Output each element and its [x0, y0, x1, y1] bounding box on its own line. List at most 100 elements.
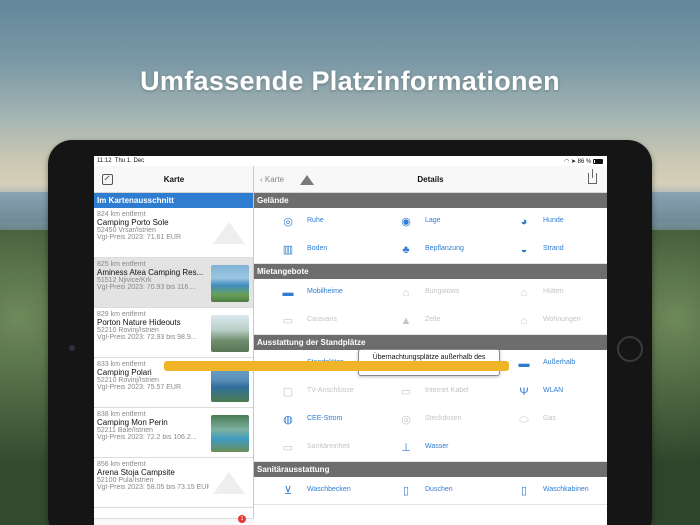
feature-label: Bepflanzung — [425, 245, 464, 252]
tablet-screen: 11:12 Thu 1. Dec ◠ ➤ 86 % Karte Im Karte… — [94, 156, 607, 525]
feature-item[interactable]: ⌂ Bungalows — [372, 283, 490, 303]
feature-item[interactable]: ◒ Strand — [490, 240, 607, 260]
status-bar: 11:12 Thu 1. Dec ◠ ➤ 86 % — [94, 156, 607, 166]
feature-label: Sanitäreinheit — [307, 443, 350, 450]
feature-item[interactable]: ▭ Caravans — [254, 311, 372, 331]
feature-item[interactable]: ▯ Duschen — [372, 481, 490, 501]
feature-icon: ▢ — [282, 386, 294, 398]
feature-label: Zelte — [425, 316, 441, 323]
list-item-name: Aminess Atea Camping Res... — [97, 268, 204, 277]
list-item-thumbnail — [211, 415, 249, 452]
list-navbar: Karte — [94, 166, 253, 193]
list-item[interactable]: 825 km entfernt Aminess Atea Camping Res.… — [94, 258, 253, 308]
battery-level: 86 % — [577, 159, 592, 165]
feature-item[interactable]: ⬭ Gas — [490, 410, 607, 430]
details-navbar: ‹ Karte Details — [254, 166, 607, 193]
feature-icon: ▬ — [518, 358, 530, 370]
feature-item[interactable]: ▥ Boden — [254, 240, 372, 260]
feature-label: Internet Kabel — [425, 387, 469, 394]
feature-label: Wohnungen — [543, 316, 581, 323]
list-item-price: Vgl-Preis 2023: 70.93 bis 116.... — [97, 284, 197, 291]
feature-icon: ▯ — [402, 485, 410, 497]
feature-item[interactable]: ⊥ Wasser — [372, 438, 490, 458]
feature-label: Waschkabinen — [543, 486, 589, 493]
location-icon: ➤ — [570, 159, 576, 165]
feature-icon: ▯ — [520, 485, 528, 497]
bottom-banner[interactable] — [164, 361, 509, 371]
feature-label: Bungalows — [425, 288, 460, 295]
feature-icon: ◉ — [401, 216, 411, 228]
feature-item[interactable] — [490, 438, 607, 458]
feature-label: Strand — [543, 245, 564, 252]
list-item[interactable]: 824 km entfernt Camping Porto Sole 52450 V… — [94, 208, 253, 258]
share-icon[interactable] — [588, 169, 597, 184]
battery-icon — [593, 158, 603, 164]
feature-item[interactable]: ▢ TV-Anschlüsse — [254, 382, 372, 402]
feature-icon: ◎ — [283, 216, 293, 228]
feature-item[interactable]: ◍ CEE-Strom — [254, 410, 372, 430]
list-item[interactable]: 829 km entfernt Porton Nature Hideouts 522… — [94, 308, 253, 358]
feature-item[interactable]: Ψ WLAN — [490, 382, 607, 402]
list-item-price: Vgl-Preis 2023: 71.61 EUR — [97, 234, 182, 241]
feature-icon: ⌂ — [402, 287, 410, 299]
feature-label: WLAN — [543, 387, 564, 394]
details-title: Details — [417, 175, 444, 184]
feature-item[interactable]: ♣ Bepflanzung — [372, 240, 490, 260]
list-item-name: Camping Porto Sole — [97, 218, 169, 227]
list-section-header: Im Kartenausschnitt — [94, 193, 253, 208]
list-item-thumbnail — [211, 315, 249, 352]
feature-item[interactable]: ◎ Ruhe — [254, 212, 372, 232]
feature-icon: ▥ — [282, 244, 294, 256]
feature-item[interactable]: ◉ Lage — [372, 212, 490, 232]
feature-icon: ⬭ — [519, 414, 529, 426]
feature-label: Ruhe — [307, 217, 324, 224]
tab-bar: 1 — [94, 515, 254, 525]
list-item-price: Vgl-Preis 2023: 72.93 bis 98.9... — [97, 334, 197, 341]
feature-icon: ⊥ — [401, 442, 411, 454]
list-item[interactable]: 856 km entfernt Arena Stoja Campsite 52100… — [94, 458, 253, 508]
feature-item[interactable]: ⌂ Wohnungen — [490, 311, 607, 331]
feature-item[interactable]: ▯ Waschkabinen — [490, 481, 607, 501]
tent-placeholder-icon — [213, 222, 245, 244]
list-item[interactable]: 838 km entfernt Camping Mon Perin 52211 Ba… — [94, 408, 253, 458]
list-item-distance: 856 km entfernt — [97, 461, 146, 468]
list-item-name: Porton Nature Hideouts — [97, 318, 181, 327]
feature-label: Außerhalb — [543, 359, 576, 366]
feature-item[interactable]: ▭ Sanitäreinheit — [254, 438, 372, 458]
feature-icon: ♣ — [402, 244, 410, 256]
headline: Umfassende Platzinformationen — [140, 66, 560, 96]
tab-badge: 1 — [238, 515, 246, 523]
feature-label: Gas — [543, 415, 556, 422]
section-header: Mietangebote — [254, 264, 607, 279]
list-item-thumbnail — [211, 265, 249, 302]
feature-icon: ▭ — [282, 442, 294, 454]
wifi-icon: ◠ — [564, 159, 570, 165]
feature-label: CEE-Strom — [307, 415, 343, 422]
list-title: Karte — [163, 175, 185, 184]
feature-icon: ▭ — [282, 315, 294, 327]
feature-label: Steckdosen — [425, 415, 462, 422]
feature-label: Boden — [307, 245, 328, 252]
feature-item[interactable]: ▲ Zelte — [372, 311, 490, 331]
feature-icon: ▬ — [282, 287, 294, 299]
home-button[interactable] — [617, 336, 643, 362]
section-header: Ausstattung der Standplätze — [254, 335, 607, 350]
feature-item[interactable]: ▭ Internet Kabel — [372, 382, 490, 402]
feature-label: Caravans — [307, 316, 337, 323]
feature-icon: ▭ — [400, 386, 412, 398]
feature-item[interactable]: ⌂ Hütten — [490, 283, 607, 303]
feature-item[interactable]: ◕ Hunde — [490, 212, 607, 232]
feature-icon: Ψ — [519, 386, 529, 398]
camera — [69, 345, 75, 351]
feature-icon: ◎ — [401, 414, 411, 426]
feature-item[interactable]: ▬ Mobilheime — [254, 283, 372, 303]
list-item-name: Arena Stoja Campsite — [97, 468, 175, 477]
feature-label: Duschen — [425, 486, 453, 493]
feature-item[interactable]: ⊻ Waschbecken — [254, 481, 372, 501]
campsite-list: 824 km entfernt Camping Porto Sole 52450 V… — [94, 208, 253, 508]
details-pane: ‹ Karte Details Gelände ◎ Ruhe ◉ Lage ◕ Hunde ▥… — [254, 166, 607, 525]
list-item-price: Vgl-Preis 2023: 58.05 bis 73.15 EUR — [97, 484, 209, 491]
section-header: Gelände — [254, 193, 607, 208]
feature-label: Mobilheime — [307, 288, 343, 295]
feature-item[interactable]: ◎ Steckdosen — [372, 410, 490, 430]
